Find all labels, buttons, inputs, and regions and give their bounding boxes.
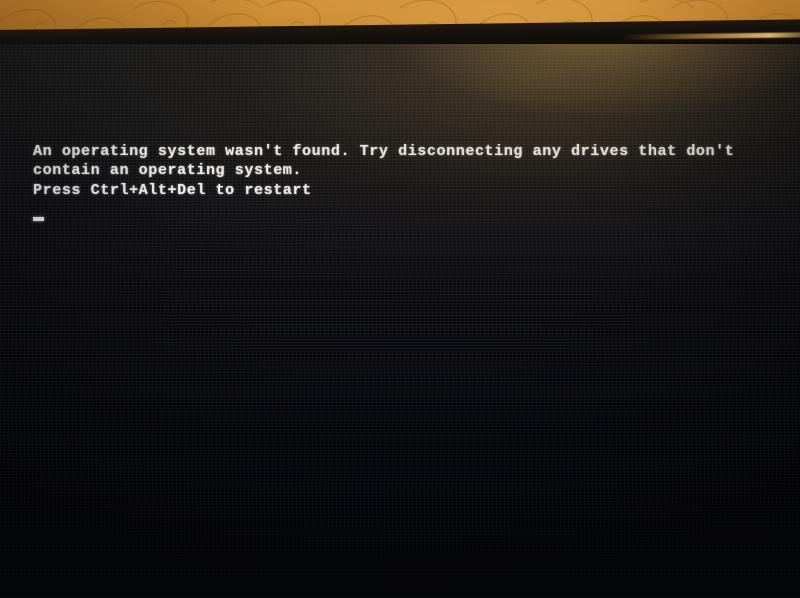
boot-error-console: An operating system wasn't found. Try di… <box>33 142 783 229</box>
boot-error-line-1: An operating system wasn't found. Try di… <box>33 142 735 160</box>
cursor-row <box>33 200 783 229</box>
bezel-glare-highlight <box>621 32 800 40</box>
screen-vignette <box>0 44 800 598</box>
monitor-screen: An operating system wasn't found. Try di… <box>0 44 800 598</box>
text-cursor <box>33 217 44 222</box>
boot-error-line-2: contain an operating system. <box>33 161 303 180</box>
screen-glare-reflection <box>0 44 800 598</box>
screen-panel-noise <box>0 44 800 598</box>
boot-error-line-3: Press Ctrl+Alt+Del to restart <box>33 180 312 199</box>
monitor-photo: An operating system wasn't found. Try di… <box>0 0 800 598</box>
